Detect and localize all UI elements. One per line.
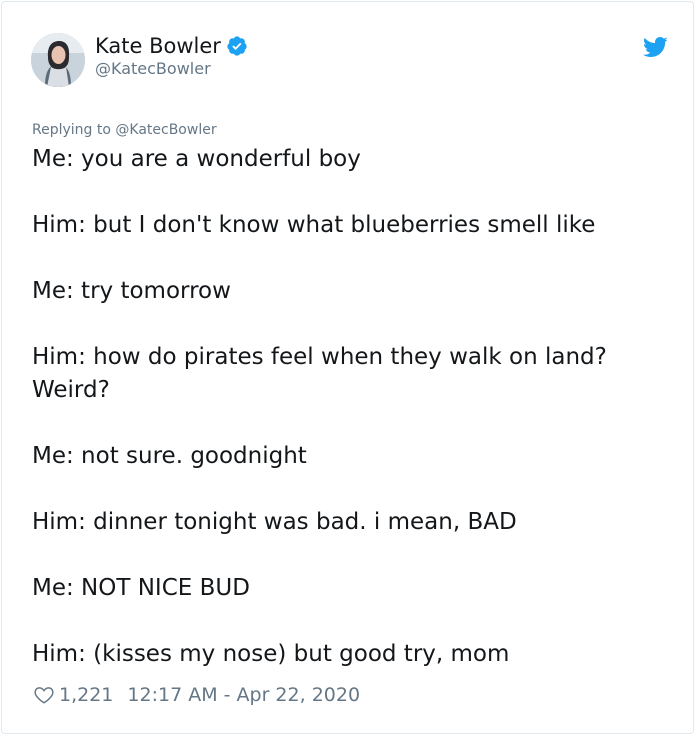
author-name-row[interactable]: Kate Bowler — [95, 33, 248, 59]
author-name[interactable]: Kate Bowler — [95, 33, 221, 59]
tweet-footer: 1,221 12:17 AM - Apr 22, 2020 — [33, 683, 360, 707]
tweet-timestamp[interactable]: 12:17 AM - Apr 22, 2020 — [127, 683, 360, 707]
avatar[interactable] — [31, 33, 85, 87]
tweet-card: Kate Bowler @KatecBowler Replying to @Ka… — [1, 1, 694, 734]
tweet-line: Me: not sure. goodnight — [32, 443, 307, 469]
replying-prefix: Replying to — [32, 122, 116, 138]
tweet-line: Him: dinner tonight was bad. i mean, BAD — [32, 509, 517, 535]
verified-badge-icon — [227, 36, 247, 56]
heart-icon[interactable] — [33, 684, 55, 706]
tweet-line: Him: (kisses my nose) but good try, mom — [32, 641, 510, 667]
tweet-line: Me: you are a wonderful boy — [32, 146, 361, 172]
tweet-line: Him: but I don't know what blueberries s… — [32, 212, 596, 238]
author-handle[interactable]: @KatecBowler — [95, 59, 211, 79]
tweet-line: Me: NOT NICE BUD — [32, 575, 250, 601]
replying-handle-link[interactable]: @KatecBowler — [115, 122, 216, 138]
tweet-text: Me: you are a wonderful boy Him: but I d… — [32, 143, 662, 671]
replying-to: Replying to @KatecBowler — [32, 121, 217, 139]
tweet-line: Me: try tomorrow — [32, 278, 231, 304]
avatar-photo — [31, 33, 85, 87]
tweet-line: Him: how do pirates feel when they walk … — [32, 344, 607, 403]
like-count[interactable]: 1,221 — [59, 683, 113, 707]
twitter-bird-icon[interactable] — [642, 36, 668, 58]
